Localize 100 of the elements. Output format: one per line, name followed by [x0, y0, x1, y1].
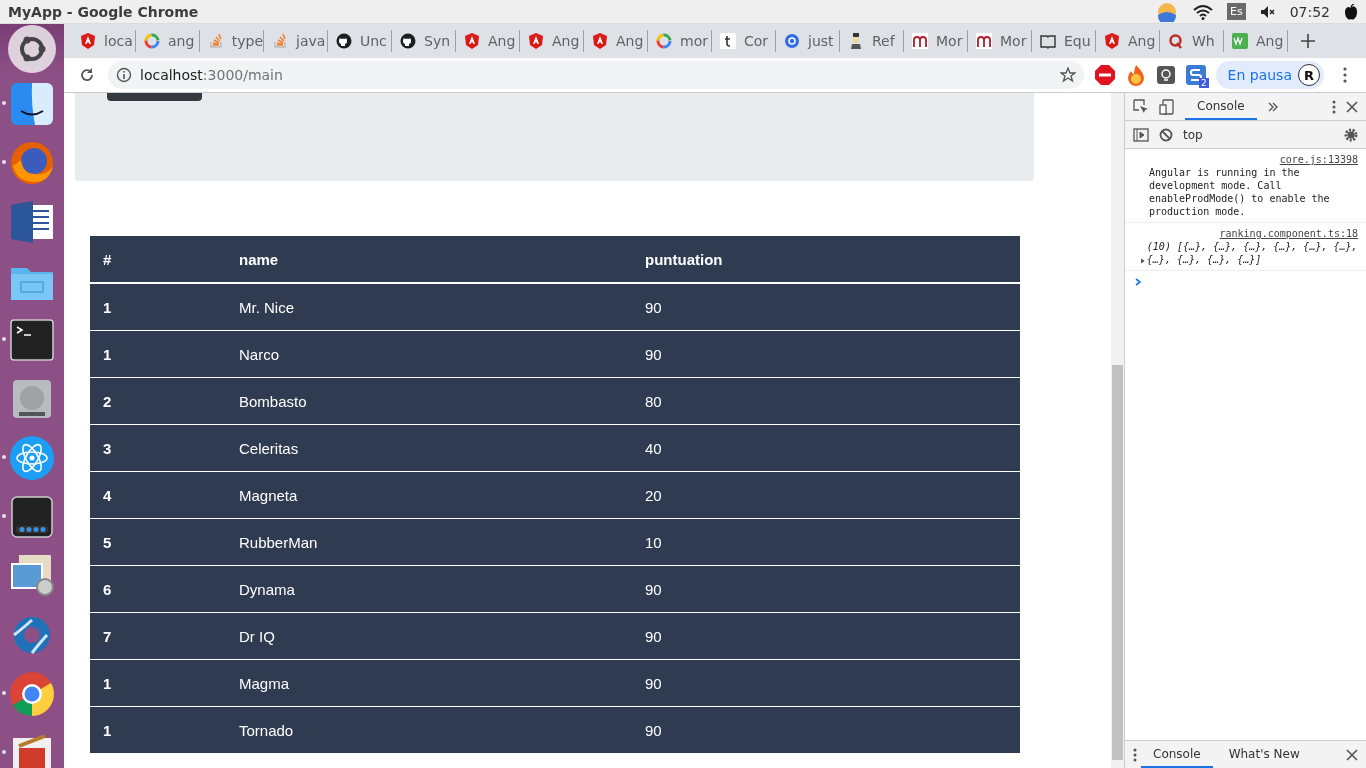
- browser-tab[interactable]: java: [264, 30, 328, 52]
- browser-tab[interactable]: Mor: [904, 30, 968, 52]
- ubuntu-logo-icon[interactable]: [7, 24, 57, 74]
- bulb-icon[interactable]: [1155, 65, 1176, 85]
- browser-tab[interactable]: mor: [648, 30, 712, 52]
- table-cell: 80: [632, 377, 1020, 425]
- clear-icon[interactable]: [1159, 127, 1173, 142]
- octocat-icon: [400, 33, 416, 49]
- table-cell: 90: [632, 659, 1020, 707]
- book-icon: [1040, 33, 1056, 49]
- chevrons-icon[interactable]: [1266, 100, 1279, 113]
- browser-tab[interactable]: Ang: [1224, 30, 1288, 52]
- browser-tab[interactable]: Mor: [968, 30, 1032, 52]
- console-message: Angular is running in the development mode. Call enableProdMode() to enable the production mode.: [1149, 166, 1331, 218]
- reload-icon: [79, 67, 95, 83]
- table-cell: 40: [632, 424, 1020, 472]
- browser-tab[interactable]: Cor: [712, 30, 776, 52]
- kebab-icon: [1343, 67, 1347, 83]
- source-link[interactable]: ranking.component.ts:18: [1219, 227, 1358, 240]
- table-cell: Tornado: [226, 706, 632, 753]
- expand-triangle-icon[interactable]: [1141, 257, 1145, 265]
- plus-icon: [1301, 34, 1315, 48]
- clock: 07:52: [1289, 3, 1330, 20]
- count-badge: 2: [1198, 78, 1209, 88]
- more-icon[interactable]: [1133, 747, 1137, 762]
- table-cell: Mr. Nice: [226, 283, 632, 331]
- browser-tab[interactable]: Ang: [1096, 30, 1160, 52]
- chrome-icon: [9, 670, 55, 717]
- table-cell: 90: [632, 283, 1020, 331]
- table-cell: 1: [90, 706, 226, 753]
- address-bar[interactable]: localhost:3000/main: [108, 61, 1084, 89]
- settings-icon[interactable]: [1344, 127, 1358, 142]
- stop-sign-icon[interactable]: [1093, 64, 1116, 86]
- column-header: puntuation: [632, 236, 1020, 283]
- table-cell: 90: [632, 706, 1020, 753]
- browser-tab[interactable]: Unc: [328, 30, 392, 52]
- table-cell: 20: [632, 471, 1020, 519]
- table-cell: 2: [90, 377, 226, 425]
- sidebar-toggle-icon[interactable]: [1133, 127, 1149, 142]
- keyboard-layout: Es: [1226, 3, 1246, 20]
- star-icon[interactable]: [1059, 67, 1076, 83]
- browser-tab[interactable]: Equ: [1032, 30, 1096, 52]
- browser-tab[interactable]: Ang: [584, 30, 648, 52]
- table-cell: 1: [90, 659, 226, 707]
- firefox-icon: [9, 139, 55, 186]
- source-link[interactable]: core.js:13398: [1279, 153, 1358, 166]
- close-icon[interactable]: [1346, 748, 1358, 761]
- table-cell: 10: [632, 518, 1020, 566]
- browser-tab[interactable]: just: [776, 30, 840, 52]
- scrollbar-thumb[interactable]: [1112, 365, 1123, 760]
- drawer-tab[interactable]: Console: [1141, 741, 1213, 768]
- prompt-icon: [1135, 278, 1141, 286]
- table-cell: 1: [90, 330, 226, 378]
- window-title: MyApp - Google Chrome: [8, 3, 200, 20]
- browser-tab[interactable]: Ang: [456, 30, 520, 52]
- table-cell: 4: [90, 471, 226, 519]
- table-cell: Magma: [226, 659, 632, 707]
- browser-tab[interactable]: Ang: [520, 30, 584, 52]
- browser-tab[interactable]: loca: [72, 30, 136, 52]
- muted-speaker-icon: [1259, 4, 1276, 19]
- arches-icon: [976, 33, 992, 49]
- table-cell: Dynama: [226, 565, 632, 613]
- device-icon[interactable]: [1159, 98, 1175, 115]
- flame-icon[interactable]: [1125, 64, 1146, 86]
- extension-button[interactable]: 2: [1185, 65, 1206, 85]
- profile-button[interactable]: En pausa R: [1215, 61, 1324, 89]
- gear-icon: [784, 33, 800, 49]
- table-cell: 90: [632, 612, 1020, 660]
- finder-icon: [9, 80, 55, 127]
- drawer-tab[interactable]: What's New: [1216, 741, 1312, 768]
- table-cell: 3: [90, 424, 226, 472]
- shield-icon: [80, 33, 96, 49]
- table-cell: 1: [90, 283, 226, 331]
- octocat-icon: [336, 33, 352, 49]
- table-cell: Dr IQ: [226, 612, 632, 660]
- stack-icon: [272, 33, 288, 49]
- table-cell: 7: [90, 612, 226, 660]
- scrollbar[interactable]: [1111, 93, 1124, 768]
- browser-tab[interactable]: Syn: [392, 30, 456, 52]
- inspect-icon[interactable]: [1133, 98, 1149, 115]
- browser-tab[interactable]: ang: [136, 30, 200, 52]
- terminal-icon: [9, 316, 55, 363]
- browser-tab[interactable]: Ref: [840, 30, 904, 52]
- browser-tab[interactable]: type: [200, 30, 264, 52]
- table-cell: 6: [90, 565, 226, 613]
- console-object[interactable]: (10) [{…}, {…}, {…}, {…}, {…}, {…}, {…}, {…}, {…}, {…}]: [1146, 240, 1358, 266]
- browser-tab[interactable]: Wh: [1160, 30, 1224, 52]
- shield-icon: [528, 33, 544, 49]
- tumblr-icon: [720, 33, 736, 49]
- close-icon[interactable]: [1346, 100, 1358, 113]
- more-icon[interactable]: [1332, 99, 1336, 114]
- table-cell: 90: [632, 330, 1020, 378]
- photo-viewer-icon: [9, 552, 55, 599]
- w3-icon: [1232, 33, 1248, 49]
- s-shape-icon: [1185, 65, 1206, 85]
- table-cell: 90: [632, 565, 1020, 613]
- quora-icon: [1168, 33, 1184, 49]
- table-cell: Celeritas: [226, 424, 632, 472]
- column-header: name: [226, 236, 632, 283]
- stack-icon: [208, 33, 224, 49]
